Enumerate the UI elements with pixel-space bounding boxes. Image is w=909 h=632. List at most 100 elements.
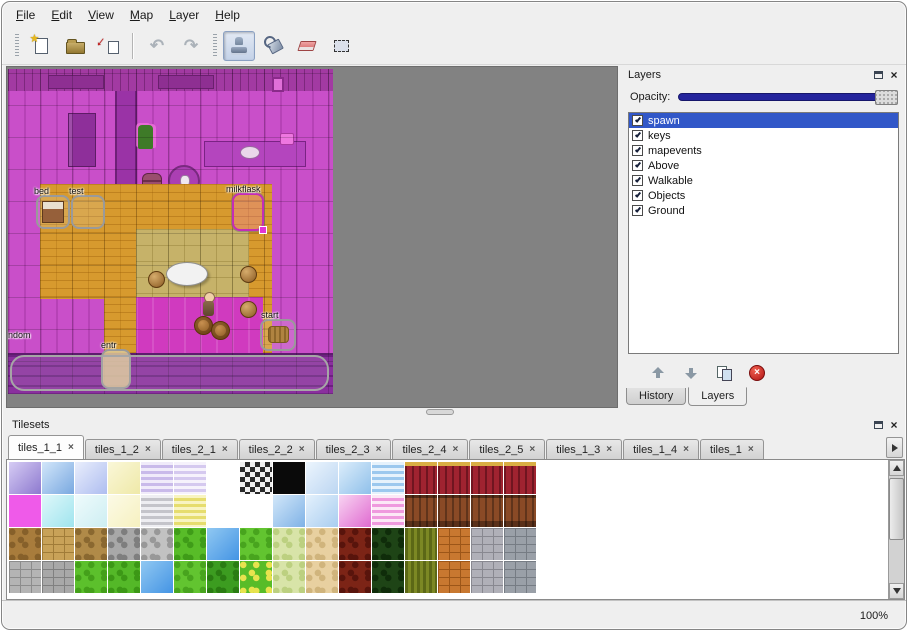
layer-row[interactable]: Above	[629, 158, 898, 173]
tileset-tile[interactable]	[75, 528, 107, 560]
close-tab-icon[interactable]: ×	[145, 444, 151, 455]
layer-row[interactable]: Objects	[629, 188, 898, 203]
tileset-tile[interactable]	[240, 462, 272, 494]
tileset-grid[interactable]	[7, 460, 888, 599]
layer-row[interactable]: keys	[629, 128, 898, 143]
stamp-brush-button[interactable]	[223, 31, 255, 61]
tileset-tile[interactable]	[42, 495, 74, 527]
tileset-tile[interactable]	[339, 561, 371, 593]
tileset-tile[interactable]	[504, 561, 536, 593]
splitter-grip[interactable]	[426, 409, 454, 415]
tileset-tile[interactable]	[240, 528, 272, 560]
layer-visibility-checkbox[interactable]	[632, 190, 643, 201]
tileset-tile[interactable]	[42, 462, 74, 494]
tileset-tile[interactable]	[372, 462, 404, 494]
map-object-start[interactable]	[260, 319, 296, 351]
lower-layer-button[interactable]	[679, 361, 703, 385]
tileset-tile[interactable]	[306, 495, 338, 527]
bucket-fill-button[interactable]	[257, 31, 289, 61]
tileset-tile[interactable]	[471, 528, 503, 560]
tileset-tile[interactable]	[141, 561, 173, 593]
tileset-tile[interactable]	[108, 528, 140, 560]
tileset-tab[interactable]: tiles_2_5×	[469, 439, 545, 459]
duplicate-layer-button[interactable]	[712, 361, 736, 385]
map-canvas[interactable]: bedtestmilkflaskstartentrrandom	[8, 69, 333, 394]
layer-row[interactable]: mapevents	[629, 143, 898, 158]
tileset-tile[interactable]	[9, 462, 41, 494]
tileset-tile[interactable]	[240, 561, 272, 593]
map-view[interactable]: bedtestmilkflaskstartentrrandom	[6, 66, 618, 408]
tileset-tile[interactable]	[471, 561, 503, 593]
open-map-button[interactable]	[59, 31, 91, 61]
tileset-tile[interactable]	[174, 561, 206, 593]
tileset-tile[interactable]	[9, 495, 41, 527]
tileset-tab[interactable]: tiles_1_1×	[8, 435, 84, 459]
tileset-tile[interactable]	[273, 528, 305, 560]
menu-map[interactable]: Map	[122, 5, 161, 25]
map-object-milkflask[interactable]	[232, 193, 264, 231]
close-tab-icon[interactable]: ×	[376, 444, 382, 455]
raise-layer-button[interactable]	[646, 361, 670, 385]
close-tab-icon[interactable]: ×	[683, 444, 689, 455]
close-tilesets-dock-button[interactable]: ×	[887, 418, 901, 432]
tileset-tile[interactable]	[42, 561, 74, 593]
tileset-tile[interactable]	[405, 462, 437, 494]
layer-visibility-checkbox[interactable]	[632, 130, 643, 141]
tileset-tab[interactable]: tiles_2_4×	[392, 439, 468, 459]
tileset-tile[interactable]	[273, 462, 305, 494]
opacity-slider-handle[interactable]	[875, 90, 898, 105]
layer-list[interactable]: spawnkeysmapeventsAboveWalkableObjectsGr…	[628, 112, 899, 354]
delete-layer-button[interactable]: ×	[745, 361, 769, 385]
close-tab-icon[interactable]: ×	[606, 444, 612, 455]
tileset-tile[interactable]	[42, 528, 74, 560]
tileset-tab[interactable]: tiles_1×	[700, 439, 764, 459]
tileset-tile[interactable]	[108, 561, 140, 593]
tileset-tile[interactable]	[207, 462, 239, 494]
tileset-tile[interactable]	[174, 462, 206, 494]
tileset-tab[interactable]: tiles_2_1×	[162, 439, 238, 459]
float-tilesets-dock-button[interactable]	[871, 418, 885, 432]
tileset-tile[interactable]	[306, 462, 338, 494]
save-map-button[interactable]: ↓	[93, 31, 125, 61]
tileset-tile[interactable]	[9, 528, 41, 560]
tileset-tile[interactable]	[372, 495, 404, 527]
tileset-tile[interactable]	[504, 462, 536, 494]
layer-row[interactable]: Ground	[629, 203, 898, 218]
tileset-tile[interactable]	[141, 528, 173, 560]
layer-visibility-checkbox[interactable]	[632, 175, 643, 186]
tileset-tile[interactable]	[471, 462, 503, 494]
dock-tab-layers[interactable]: Layers	[688, 387, 747, 406]
tileset-tile[interactable]	[240, 495, 272, 527]
tileset-tab[interactable]: tiles_1_4×	[623, 439, 699, 459]
tileset-tile[interactable]	[108, 495, 140, 527]
menu-edit[interactable]: Edit	[43, 5, 80, 25]
tileset-tile[interactable]	[339, 495, 371, 527]
tileset-tile[interactable]	[306, 528, 338, 560]
layer-visibility-checkbox[interactable]	[632, 160, 643, 171]
tileset-tile[interactable]	[438, 462, 470, 494]
redo-button[interactable]: ↷	[175, 31, 207, 61]
float-layers-dock-button[interactable]	[871, 68, 885, 82]
tileset-tab[interactable]: tiles_2_3×	[316, 439, 392, 459]
menu-file[interactable]: File	[8, 5, 43, 25]
scroll-down-button[interactable]	[889, 583, 904, 599]
tileset-tile[interactable]	[174, 528, 206, 560]
tileset-tile[interactable]	[438, 495, 470, 527]
tileset-tile[interactable]	[372, 561, 404, 593]
tileset-tile[interactable]	[207, 495, 239, 527]
tileset-tile[interactable]	[405, 495, 437, 527]
tileset-tile[interactable]	[141, 462, 173, 494]
tileset-tab[interactable]: tiles_2_2×	[239, 439, 315, 459]
horizontal-splitter[interactable]	[6, 408, 905, 416]
menu-view[interactable]: View	[80, 5, 122, 25]
map-object-bottom-region[interactable]	[10, 355, 329, 391]
tileset-tile[interactable]	[471, 495, 503, 527]
tileset-tile[interactable]	[405, 528, 437, 560]
tileset-tile[interactable]	[504, 495, 536, 527]
new-map-button[interactable]: ★	[25, 31, 57, 61]
close-tab-icon[interactable]: ×	[68, 442, 74, 453]
undo-button[interactable]: ↶	[141, 31, 173, 61]
tileset-tile[interactable]	[273, 561, 305, 593]
tileset-tile[interactable]	[75, 495, 107, 527]
layer-visibility-checkbox[interactable]	[632, 205, 643, 216]
